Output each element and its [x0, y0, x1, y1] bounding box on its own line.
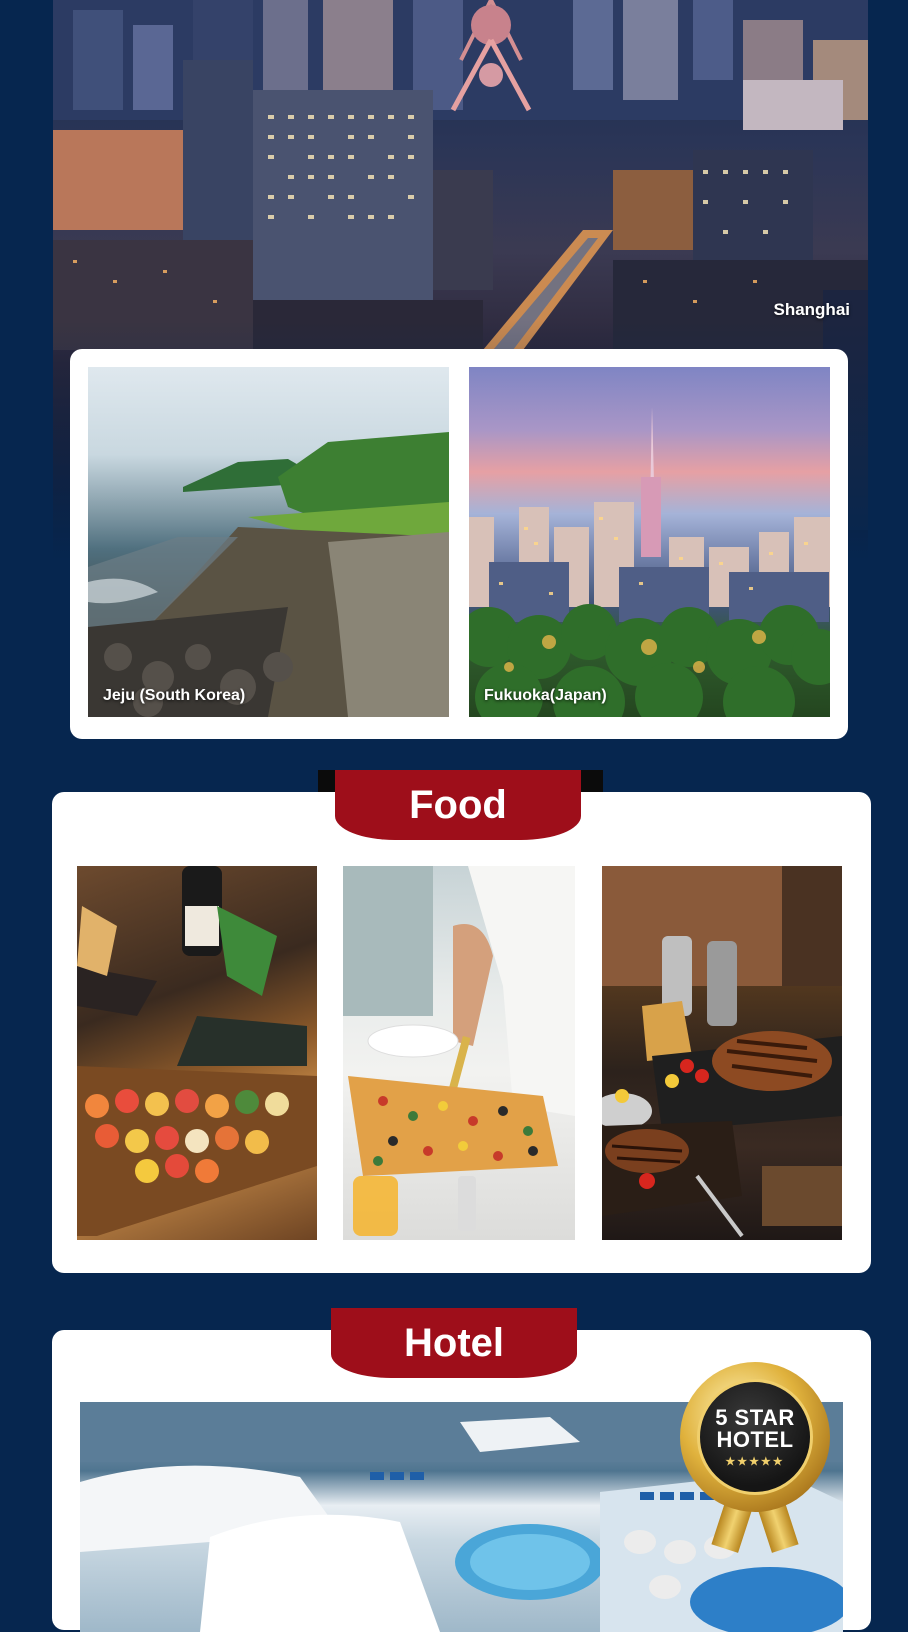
hotel-heading: Hotel — [331, 1308, 577, 1378]
fukuoka-label: Fukuoka(Japan) — [484, 687, 607, 704]
five-star-hotel-badge: 5 STAR HOTEL ★★★★★ — [680, 1362, 830, 1553]
food-card — [52, 792, 871, 1273]
sushi-photo — [77, 866, 317, 1240]
steak-photo — [602, 866, 842, 1240]
destinations-card: Jeju (South Korea) Fukuoka(Japan) — [70, 349, 848, 739]
jeju-label: Jeju (South Korea) — [103, 687, 246, 704]
food-heading: Food — [335, 770, 581, 840]
badge-stars-icon: ★★★★★ — [725, 1455, 785, 1468]
jeju-photo: Jeju (South Korea) — [88, 367, 449, 717]
pizza-photo — [343, 866, 575, 1240]
badge-text-line2: HOTEL — [716, 1426, 794, 1452]
shanghai-label: Shanghai — [773, 300, 850, 319]
badge-text-line1: 5 STAR — [715, 1404, 795, 1430]
fukuoka-photo: Fukuoka(Japan) — [469, 367, 830, 717]
